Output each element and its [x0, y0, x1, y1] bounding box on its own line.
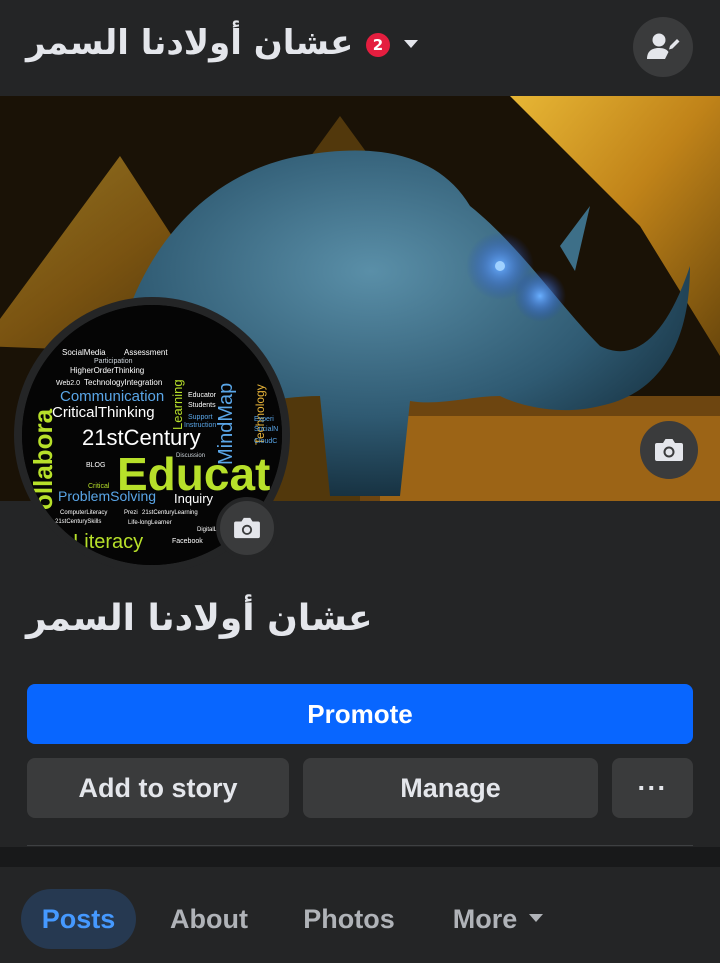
section-separator [0, 847, 720, 867]
avatar-word: CloudC [254, 438, 277, 445]
person-edit-icon [647, 33, 680, 59]
avatar-word: ComputerLiteracy [60, 510, 107, 516]
avatar-word: Participation [94, 358, 133, 365]
cover-camera-button[interactable] [640, 421, 698, 479]
avatar-word: Communication [60, 388, 164, 405]
avatar-word: HigherOrderThinking [70, 366, 144, 375]
divider [27, 845, 693, 846]
add-to-story-button[interactable]: Add to story [27, 758, 289, 818]
avatar-word: SocialN [254, 426, 278, 433]
avatar-word: Instruction [184, 422, 216, 429]
switch-profile-button[interactable] [633, 17, 693, 77]
avatar-word: Critical [88, 483, 110, 490]
avatar-word: TechnologyIntegration [84, 378, 162, 387]
header-page-name: عشان أولادنا السمر [26, 23, 354, 63]
page-title: عشان أولادنا السمر [26, 598, 373, 639]
tab-posts[interactable]: Posts [21, 889, 136, 949]
camera-icon [234, 517, 260, 539]
avatar-word: Web2.0 [56, 380, 80, 387]
avatar-word: Experi [254, 416, 274, 423]
avatar-word: 21stCenturyLearning [142, 510, 198, 516]
tab-more[interactable]: More [432, 889, 564, 949]
facebook-page-profile: عشان أولادنا السمر 2 SocialMedia Assessm… [0, 0, 720, 963]
avatar-word: BLOG [86, 462, 105, 469]
avatar-word: Educator [188, 392, 217, 399]
notification-badge: 2 [366, 33, 390, 57]
avatar-word: Learning [170, 379, 185, 430]
avatar-word: Technology [253, 384, 267, 445]
more-options-button[interactable]: ··· [612, 758, 693, 818]
manage-button[interactable]: Manage [303, 758, 598, 818]
page-switcher[interactable]: عشان أولادنا السمر [26, 18, 353, 68]
avatar-word: Assessment [124, 348, 168, 357]
avatar-word: 21stCenturySkills [55, 519, 101, 525]
avatar-word: Inquiry [174, 491, 214, 506]
tab-photos[interactable]: Photos [284, 889, 414, 949]
avatar-word: Prezi [124, 510, 138, 516]
avatar-word: Students [188, 402, 216, 409]
avatar-word: Facebook [172, 538, 203, 545]
top-header: عشان أولادنا السمر 2 [0, 0, 720, 96]
chevron-down-icon [529, 913, 544, 922]
avatar-word: ProblemSolving [58, 488, 156, 504]
tab-more-label: More [452, 904, 518, 934]
avatar-word: Support [188, 414, 213, 421]
avatar-word: Life-longLearner [128, 520, 172, 526]
tab-about[interactable]: About [154, 889, 264, 949]
avatar-camera-button[interactable] [216, 497, 278, 559]
profile-tabs: Posts About Photos More [0, 867, 720, 963]
chevron-down-icon[interactable] [404, 40, 418, 48]
camera-icon [655, 439, 683, 461]
avatar-word: Discussion [176, 453, 205, 459]
promote-button[interactable]: Promote [27, 684, 693, 744]
avatar-word: MindMap [215, 383, 237, 465]
avatar-word: SocialMedia [62, 348, 106, 357]
avatar-word: CriticalThinking [52, 404, 155, 421]
